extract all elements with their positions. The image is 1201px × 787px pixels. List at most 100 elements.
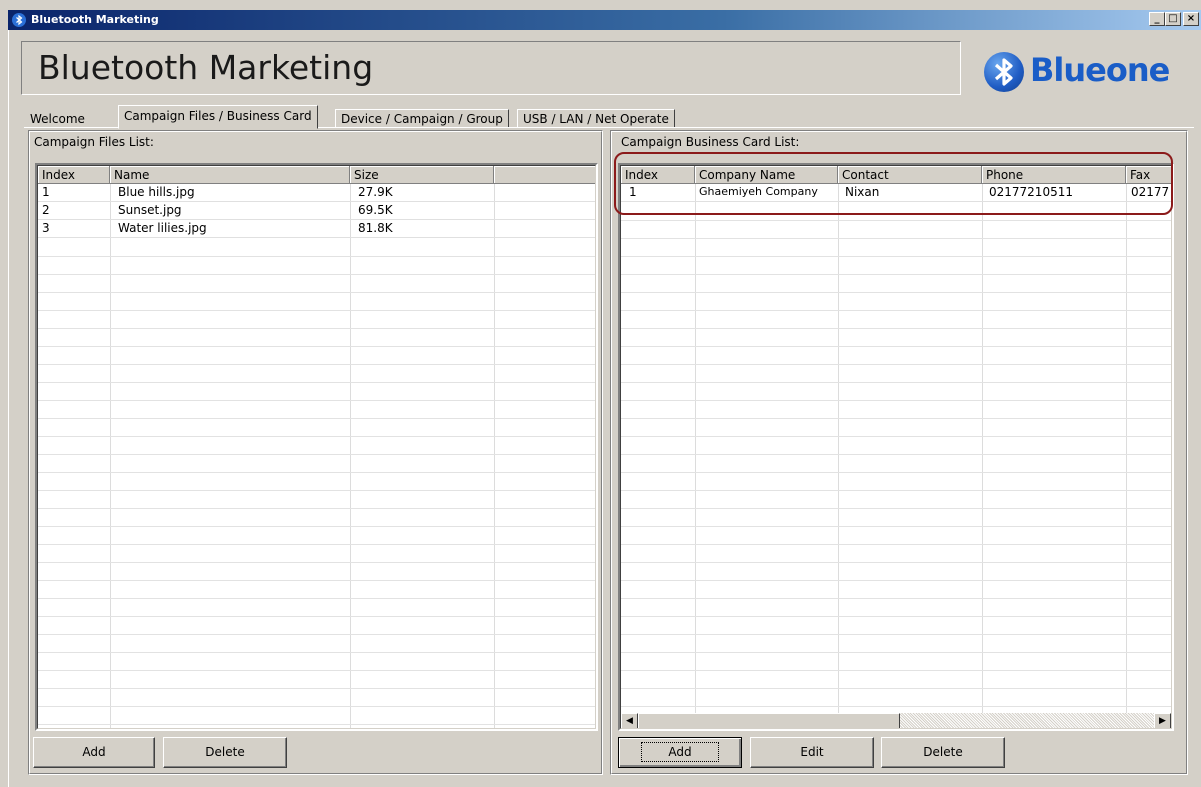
grid-line xyxy=(621,508,1171,509)
grid-line xyxy=(621,364,1171,365)
scroll-right-button[interactable]: ▶ xyxy=(1154,713,1171,728)
business-card-grid[interactable]: Index Company Name Contact Phone Fax 1 G… xyxy=(618,163,1174,731)
grid-line xyxy=(38,670,595,671)
delete-card-button[interactable]: Delete xyxy=(881,737,1005,768)
column-header-blank[interactable] xyxy=(494,166,595,184)
grid-line xyxy=(38,634,595,635)
grid-line xyxy=(38,526,595,527)
cell-name: Sunset.jpg xyxy=(118,203,182,217)
grid-line xyxy=(621,346,1171,347)
grid-line xyxy=(38,562,595,563)
column-header-index[interactable]: Index xyxy=(38,166,110,184)
grid-line xyxy=(38,490,595,491)
minimize-button[interactable]: _ xyxy=(1149,12,1165,26)
grid-line xyxy=(38,418,595,419)
scroll-thumb[interactable] xyxy=(638,713,900,728)
grid-line xyxy=(38,292,595,293)
grid-line xyxy=(38,364,595,365)
grid-line xyxy=(621,526,1171,527)
campaign-files-label: Campaign Files List: xyxy=(34,135,154,149)
grid-line xyxy=(38,454,595,455)
grid-divider xyxy=(838,184,839,728)
cell-index: 2 xyxy=(42,203,50,217)
grid-line xyxy=(621,238,1171,239)
grid-line xyxy=(38,724,595,725)
grid-line xyxy=(621,490,1171,491)
grid-divider xyxy=(110,184,111,728)
grid-line xyxy=(38,328,595,329)
grid-divider xyxy=(982,184,983,728)
column-header-size[interactable]: Size xyxy=(350,166,494,184)
grid-line xyxy=(621,256,1171,257)
delete-file-button[interactable]: Delete xyxy=(163,737,287,768)
table-row[interactable]: 3 Water lilies.jpg 81.8K xyxy=(38,220,595,238)
grid-line xyxy=(621,688,1171,689)
window-titlebar: Bluetooth Marketing _ □ × xyxy=(8,10,1201,30)
window-title: Bluetooth Marketing xyxy=(31,13,159,26)
grid-line xyxy=(38,616,595,617)
grid-line xyxy=(621,472,1171,473)
grid-line xyxy=(621,706,1171,707)
grid-line xyxy=(38,436,595,437)
horizontal-scrollbar[interactable]: ◀ ▶ xyxy=(621,713,1171,728)
tab-campaign-files-business-card[interactable]: Campaign Files / Business Card xyxy=(118,105,318,129)
app-title: Bluetooth Marketing xyxy=(38,48,374,87)
grid-line xyxy=(621,382,1171,383)
grid-line xyxy=(38,310,595,311)
cell-size: 27.9K xyxy=(358,185,393,199)
grid-divider xyxy=(695,184,696,728)
campaign-files-grid[interactable]: Index Name Size 1 Blue hills.jpg 27.9K 2… xyxy=(35,163,598,731)
grid-line xyxy=(621,220,1171,221)
scroll-left-button[interactable]: ◀ xyxy=(621,713,638,728)
grid-line xyxy=(38,400,595,401)
grid-line xyxy=(621,652,1171,653)
highlight-annotation xyxy=(614,152,1173,215)
grid-divider xyxy=(350,184,351,728)
grid-line xyxy=(621,562,1171,563)
add-card-button[interactable]: Add xyxy=(618,737,742,768)
grid-line xyxy=(38,706,595,707)
close-button[interactable]: × xyxy=(1183,12,1199,26)
grid-line xyxy=(38,508,595,509)
grid-line xyxy=(38,544,595,545)
edit-card-button[interactable]: Edit xyxy=(750,737,874,768)
column-header-name[interactable]: Name xyxy=(110,166,350,184)
tab-device-campaign-group[interactable]: Device / Campaign / Group xyxy=(335,109,509,128)
logo-text: Blueone xyxy=(1030,51,1170,89)
table-row[interactable]: 1 Blue hills.jpg 27.9K xyxy=(38,184,595,202)
grid-line xyxy=(38,346,595,347)
table-row[interactable]: 2 Sunset.jpg 69.5K xyxy=(38,202,595,220)
grid-line xyxy=(38,274,595,275)
grid-line xyxy=(38,256,595,257)
grid-line xyxy=(38,472,595,473)
grid-line xyxy=(621,292,1171,293)
cell-index: 1 xyxy=(42,185,50,199)
grid-line xyxy=(621,310,1171,311)
grid-line xyxy=(621,544,1171,545)
maximize-button[interactable]: □ xyxy=(1165,12,1181,26)
brand-logo: Blueone xyxy=(984,50,1194,94)
cell-size: 69.5K xyxy=(358,203,393,217)
grid-line xyxy=(621,616,1171,617)
grid-line xyxy=(38,580,595,581)
grid-line xyxy=(38,688,595,689)
grid-line xyxy=(621,580,1171,581)
grid-line xyxy=(621,274,1171,275)
grid-divider xyxy=(1126,184,1127,728)
add-file-button[interactable]: Add xyxy=(33,737,155,768)
cell-name: Water lilies.jpg xyxy=(118,221,207,235)
grid-line xyxy=(621,328,1171,329)
tab-welcome[interactable]: Welcome xyxy=(24,109,91,128)
grid-line xyxy=(621,418,1171,419)
business-card-label: Campaign Business Card List: xyxy=(621,135,800,149)
bluetooth-logo-icon xyxy=(984,52,1024,92)
grid-line xyxy=(38,382,595,383)
grid-line xyxy=(621,400,1171,401)
grid-line xyxy=(621,670,1171,671)
bluetooth-icon xyxy=(12,13,26,27)
grid-line xyxy=(38,652,595,653)
grid-line xyxy=(621,454,1171,455)
add-card-button-label: Add xyxy=(641,742,719,762)
tab-usb-lan-net-operate[interactable]: USB / LAN / Net Operate xyxy=(517,109,675,128)
grid-line xyxy=(621,598,1171,599)
